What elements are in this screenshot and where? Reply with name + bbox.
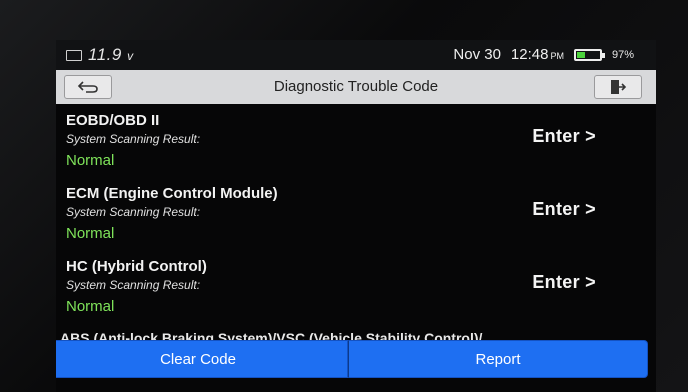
vehicle-battery-icon	[66, 50, 82, 61]
scan-result-label: System Scanning Result:	[66, 278, 201, 292]
status-date: Nov 30	[453, 46, 501, 63]
enter-button[interactable]: Enter >	[532, 199, 596, 220]
title-bar: Diagnostic Trouble Code	[56, 70, 656, 104]
scan-result-label: System Scanning Result:	[66, 132, 201, 146]
list-item[interactable]: ECM (Engine Control Module) System Scann…	[56, 177, 656, 250]
report-button[interactable]: Report	[348, 340, 648, 378]
enter-button[interactable]: Enter >	[532, 126, 596, 147]
status-right-group: Nov 30 12:48 PM 97%	[453, 46, 634, 63]
exit-button[interactable]	[594, 75, 642, 99]
page-title: Diagnostic Trouble Code	[273, 78, 439, 95]
battery-icon	[573, 48, 605, 61]
bottom-action-bar: Clear Code Report	[56, 340, 648, 378]
scan-result-label: System Scanning Result:	[66, 205, 201, 219]
system-list: EOBD/OBD II System Scanning Result: Norm…	[56, 104, 656, 323]
battery-percent: 97%	[611, 48, 634, 61]
scan-status: Normal	[66, 298, 115, 315]
status-time: 12:48 PM	[510, 46, 564, 63]
device-screen: 11.9 v Nov 30 12:48 PM 97% Diagnostic Tro…	[56, 40, 656, 392]
list-item[interactable]: HC (Hybrid Control) System Scanning Resu…	[56, 250, 656, 323]
status-bar: 11.9 v Nov 30 12:48 PM 97%	[56, 40, 656, 70]
enter-button[interactable]: Enter >	[532, 272, 596, 293]
scan-status: Normal	[66, 152, 115, 169]
system-name: EOBD/OBD II	[66, 112, 160, 129]
clear-code-button[interactable]: Clear Code	[56, 340, 348, 378]
exit-icon	[611, 80, 627, 94]
system-name: ECM (Engine Control Module)	[66, 185, 278, 202]
scan-status: Normal	[66, 225, 115, 242]
battery-voltage: 11.9 v	[88, 45, 134, 64]
list-item[interactable]: EOBD/OBD II System Scanning Result: Norm…	[56, 104, 656, 177]
system-name: HC (Hybrid Control)	[66, 258, 207, 275]
